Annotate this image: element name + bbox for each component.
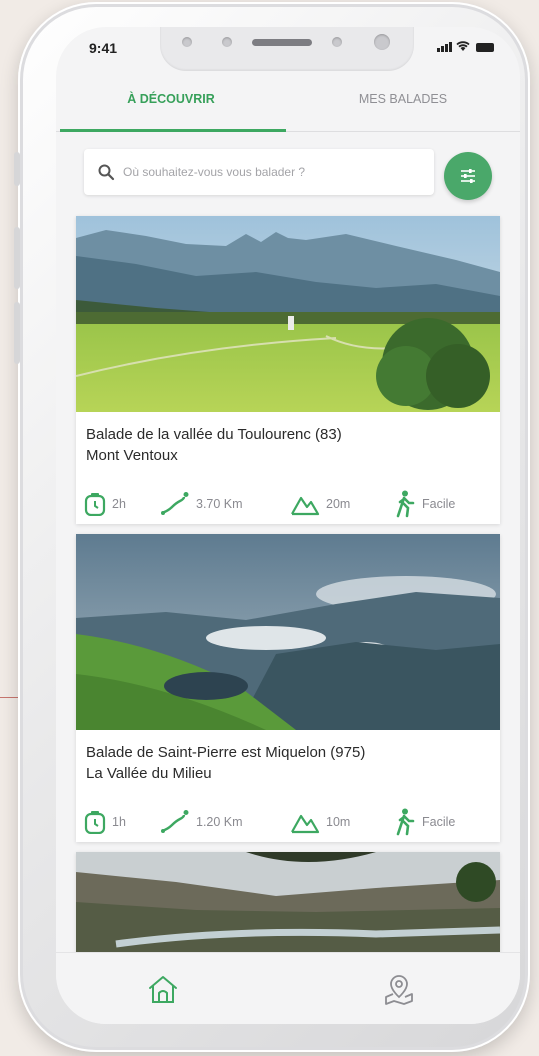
tab-discover[interactable]: À DÉCOUVRIR	[56, 87, 286, 127]
walk-title-line2: Mont Ventoux	[86, 447, 178, 464]
tab-active-indicator	[60, 129, 286, 132]
elevation-value: 20m	[326, 497, 351, 511]
distance-item: 3.70 Km	[160, 488, 243, 520]
duration-item: 1h	[84, 806, 126, 838]
search-input[interactable]	[123, 165, 413, 179]
status-bar: 9:41	[56, 27, 520, 83]
side-button-volume-down	[14, 302, 20, 364]
side-button-volume-up	[14, 227, 20, 289]
walk-meta: 2h 3.70 Km 20m Facile	[84, 488, 494, 520]
distance-value: 3.70 Km	[196, 497, 243, 511]
walk-card[interactable]: Balade de Saint-Pierre est Miquelon (975…	[76, 534, 500, 842]
stopwatch-icon	[84, 493, 106, 516]
duration-item: 2h	[84, 488, 126, 520]
hiker-icon	[396, 808, 415, 836]
elevation-item: 10m	[290, 806, 350, 838]
home-icon[interactable]	[146, 973, 180, 1007]
app-screen: 9:41 À DÉCOUVRIR MES BALADES Où souhaite…	[56, 27, 520, 1024]
side-button-mute	[14, 152, 20, 186]
path-icon	[161, 492, 189, 515]
difficulty-value: Facile	[422, 815, 456, 829]
walk-title-line1: Balade de la vallée du Toulourenc (83)	[86, 426, 342, 443]
hiker-icon	[396, 490, 415, 518]
tab-bar: À DÉCOUVRIR MES BALADES	[56, 87, 520, 133]
walk-title-line2: La Vallée du Milieu	[86, 765, 212, 782]
status-icons	[437, 41, 494, 52]
walk-title: Balade de la vallée du Toulourenc (83) M…	[86, 424, 342, 466]
stopwatch-icon	[84, 811, 106, 834]
phone-notch	[160, 27, 414, 71]
filter-button[interactable]	[444, 152, 492, 200]
signal-icon	[437, 42, 452, 52]
search-icon	[98, 164, 115, 181]
wifi-icon	[456, 41, 470, 51]
difficulty-value: Facile	[422, 497, 456, 511]
duration-value: 2h	[112, 497, 126, 511]
filter-icon	[461, 169, 475, 183]
elevation-value: 10m	[326, 815, 351, 829]
duration-value: 1h	[112, 815, 126, 829]
bottom-navigation	[56, 952, 520, 1024]
difficulty-item: Facile	[394, 488, 455, 520]
walk-title-line1: Balade de Saint-Pierre est Miquelon (975…	[86, 744, 366, 761]
distance-value: 1.20 Km	[196, 815, 243, 829]
difficulty-item: Facile	[394, 806, 455, 838]
map-pin-icon[interactable]	[382, 973, 416, 1007]
mountain-icon	[291, 496, 320, 516]
walk-photo	[76, 216, 500, 412]
search-bar[interactable]	[84, 149, 434, 195]
elevation-item: 20m	[290, 488, 350, 520]
path-icon	[161, 810, 189, 833]
walk-photo	[76, 534, 500, 730]
walk-meta: 1h 1.20 Km 10m Facile	[84, 806, 494, 838]
mountain-icon	[291, 814, 320, 834]
distance-item: 1.20 Km	[160, 806, 243, 838]
status-time: 9:41	[89, 40, 118, 56]
tab-my-walks[interactable]: MES BALADES	[286, 87, 520, 127]
walk-card[interactable]: Balade de la vallée du Toulourenc (83) M…	[76, 216, 500, 524]
walk-title: Balade de Saint-Pierre est Miquelon (975…	[86, 742, 365, 784]
battery-icon	[476, 43, 494, 52]
